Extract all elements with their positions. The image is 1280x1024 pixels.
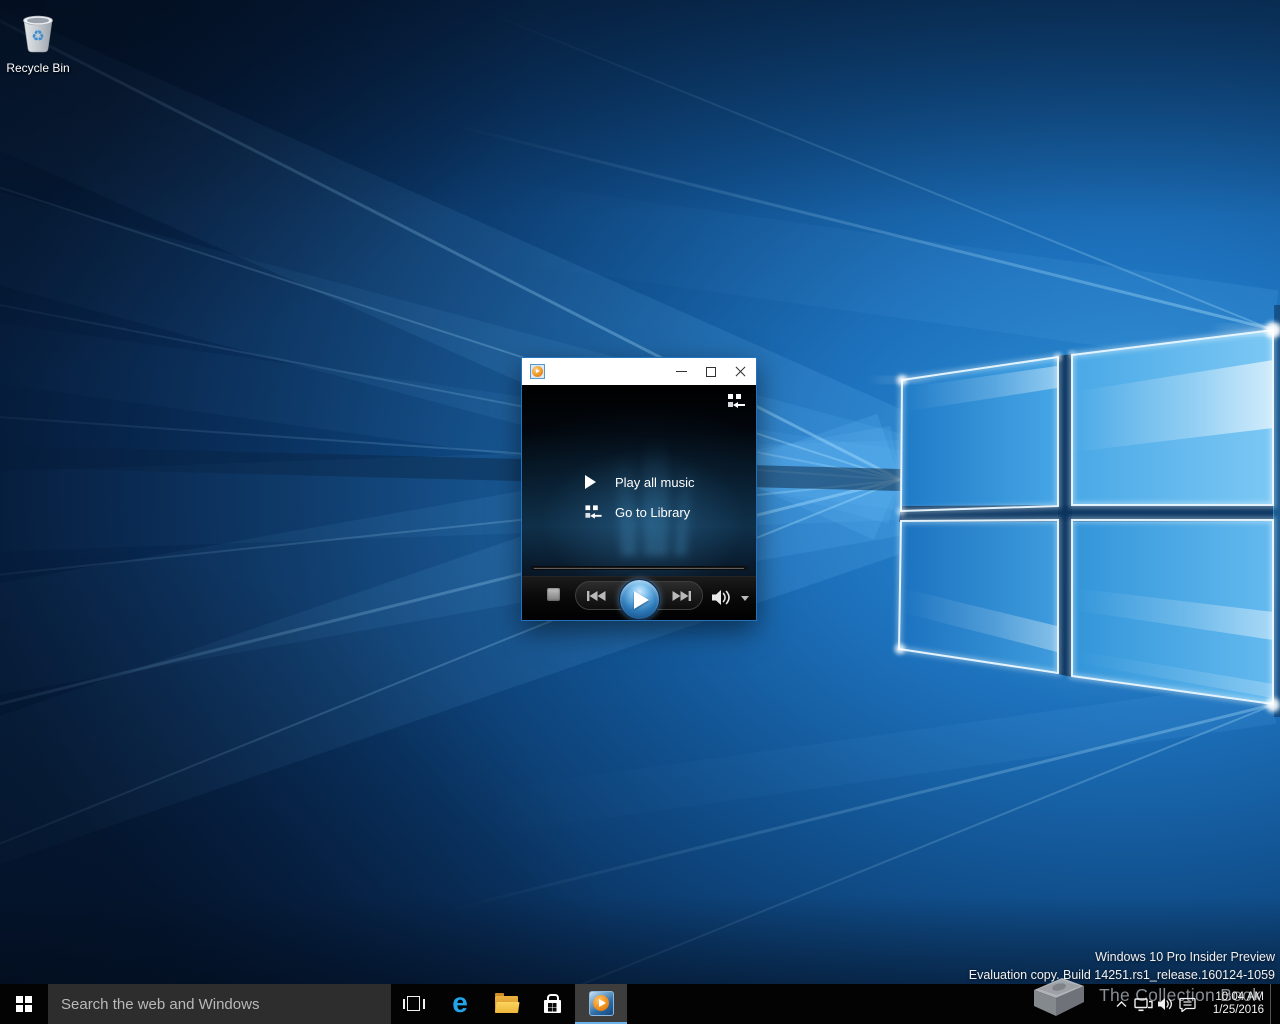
chevron-up-icon (1116, 1001, 1126, 1007)
close-button[interactable] (726, 358, 756, 385)
show-desktop-button[interactable] (1270, 984, 1277, 1024)
edge-button[interactable]: e (437, 984, 483, 1024)
seek-slider[interactable] (531, 566, 747, 570)
action-center-icon (1178, 997, 1196, 1012)
media-player-window: Play all music Go to Library (521, 357, 757, 621)
go-to-library-label: Go to Library (615, 504, 691, 520)
file-explorer-icon (494, 992, 520, 1013)
wmp-icon (588, 990, 614, 1016)
play-button[interactable] (618, 579, 660, 620)
store-icon (543, 994, 561, 1013)
titlebar[interactable] (522, 358, 756, 385)
system-tray: 10:04 AM 1/25/2016 (1110, 984, 1280, 1024)
next-button[interactable] (671, 590, 693, 602)
next-icon (672, 590, 691, 601)
play-icon (585, 475, 596, 489)
now-playing-surface: Play all music Go to Library (522, 385, 756, 620)
windows-logo-icon (16, 996, 32, 1012)
taskbar-clock[interactable]: 10:04 AM 1/25/2016 (1202, 991, 1264, 1017)
clock-time: 10:04 AM (1215, 991, 1264, 1003)
volume-icon (712, 590, 730, 605)
network-icon (1133, 997, 1153, 1011)
play-icon (634, 590, 649, 609)
tray-chevron-button[interactable] (1110, 984, 1132, 1024)
previous-button[interactable] (585, 590, 607, 602)
wmp-taskbar-button[interactable] (575, 984, 627, 1024)
minimize-icon (675, 371, 687, 372)
maximize-icon (706, 366, 716, 377)
clock-date: 1/25/2016 (1212, 1004, 1264, 1016)
store-button[interactable] (529, 984, 575, 1024)
taskbar-search[interactable] (48, 984, 391, 1024)
task-view-button[interactable] (391, 984, 437, 1024)
switch-to-library-button[interactable] (728, 394, 745, 409)
watermark-line1: Windows 10 Pro Insider Preview (1095, 950, 1275, 964)
minimize-button[interactable] (666, 358, 696, 385)
play-all-music-label: Play all music (615, 474, 695, 490)
task-view-icon (403, 996, 425, 1012)
speaker-icon (1157, 998, 1172, 1010)
search-input[interactable] (48, 984, 391, 1024)
go-to-library-item[interactable]: Go to Library (585, 497, 694, 527)
network-tray-button[interactable] (1132, 984, 1154, 1024)
recycle-bin-label: Recycle Bin (6, 61, 70, 75)
stop-button[interactable] (547, 588, 560, 601)
library-icon (585, 504, 602, 519)
play-all-music-item[interactable]: Play all music (585, 467, 694, 497)
wmp-titlebar-icon (530, 364, 545, 379)
file-explorer-button[interactable] (483, 984, 529, 1024)
desktop-wallpaper: ♻ Recycle Bin Windows 10 Pro Insider Pre… (0, 0, 1280, 984)
volume-tray-button[interactable] (1154, 984, 1176, 1024)
previous-icon (587, 590, 606, 601)
book-icon (1034, 978, 1084, 1016)
start-button[interactable] (0, 984, 48, 1024)
edge-icon: e (452, 986, 468, 1018)
more-options-button[interactable] (741, 596, 749, 601)
mute-button[interactable] (711, 589, 732, 606)
action-center-button[interactable] (1176, 984, 1198, 1024)
transport-controls (522, 576, 756, 620)
svg-text:♻: ♻ (31, 27, 44, 45)
maximize-button[interactable] (696, 358, 726, 385)
recycle-bin-desktop-icon[interactable]: ♻ Recycle Bin (6, 8, 70, 75)
recycle-bin-icon: ♻ (23, 15, 53, 53)
